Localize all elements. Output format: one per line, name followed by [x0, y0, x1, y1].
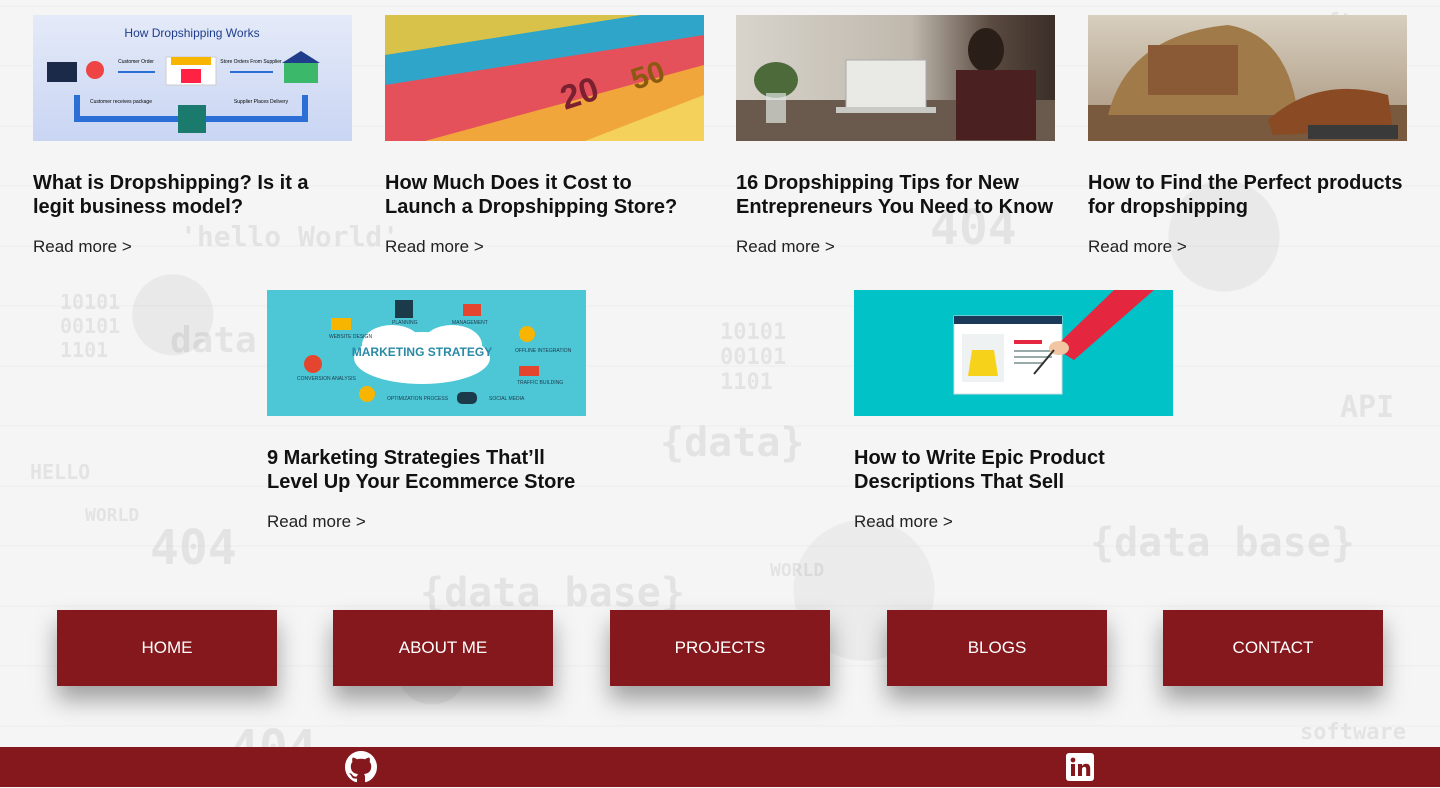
svg-text:Customer receives package: Customer receives package — [90, 99, 152, 105]
post-title[interactable]: How to Write Epic Product Descriptions T… — [854, 446, 1173, 494]
linkedin-icon[interactable] — [1064, 751, 1096, 783]
post-title[interactable]: 9 Marketing Strategies That’ll Level Up … — [267, 446, 586, 494]
blog-card: 16 Dropshipping Tips for New Entrepreneu… — [736, 15, 1055, 256]
github-icon[interactable] — [345, 751, 377, 783]
post-title[interactable]: What is Dropshipping? Is it a legit busi… — [33, 171, 352, 219]
blog-card: How Dropshipping Works Customer Order St… — [33, 15, 352, 256]
read-more-link[interactable]: Read more > — [385, 237, 484, 257]
svg-text:OPTIMIZATION PROCESS: OPTIMIZATION PROCESS — [387, 396, 449, 402]
marketing-strategy-image[interactable]: MARKETING STRATEGY WEBSITE DESIGN PLANNI… — [267, 290, 586, 416]
nav-home-button[interactable]: HOME — [57, 610, 277, 686]
graphic-center-text: MARKETING STRATEGY — [352, 345, 492, 359]
laptop-workspace-image[interactable] — [736, 15, 1055, 141]
read-more-link[interactable]: Read more > — [33, 237, 132, 257]
blog-card: 20 50 How Much Does it Cost to Launch a … — [385, 15, 704, 256]
product-description-image[interactable] — [854, 290, 1173, 416]
svg-text:CONVERSION ANALYSIS: CONVERSION ANALYSIS — [297, 376, 356, 382]
svg-text:TRAFFIC BUILDING: TRAFFIC BUILDING — [517, 380, 563, 386]
nav-projects-button[interactable]: PROJECTS — [610, 610, 830, 686]
post-title[interactable]: 16 Dropshipping Tips for New Entrepreneu… — [736, 171, 1055, 219]
banknotes-image[interactable]: 20 50 — [385, 15, 704, 141]
svg-text:Supplier Places Delivery: Supplier Places Delivery — [234, 99, 289, 105]
post-title[interactable]: How Much Does it Cost to Launch a Dropsh… — [385, 171, 704, 219]
read-more-link[interactable]: Read more > — [736, 237, 835, 257]
svg-text:WEBSITE DESIGN: WEBSITE DESIGN — [329, 334, 372, 340]
read-more-link[interactable]: Read more > — [267, 512, 366, 532]
blog-card: MARKETING STRATEGY WEBSITE DESIGN PLANNI… — [267, 290, 586, 531]
dropshipping-diagram-image[interactable]: How Dropshipping Works Customer Order St… — [33, 15, 352, 141]
read-more-link[interactable]: Read more > — [1088, 237, 1187, 257]
svg-text:Store Orders From Supplier: Store Orders From Supplier — [220, 59, 282, 65]
svg-text:PLANNING: PLANNING — [392, 320, 418, 326]
post-title[interactable]: How to Find the Perfect products for dro… — [1088, 171, 1407, 219]
svg-text:OFFLINE INTEGRATION: OFFLINE INTEGRATION — [515, 348, 572, 354]
footer-bar — [0, 747, 1440, 787]
nav-about-button[interactable]: ABOUT ME — [333, 610, 553, 686]
nav-contact-button[interactable]: CONTACT — [1163, 610, 1383, 686]
blog-card: How to Write Epic Product Descriptions T… — [854, 290, 1173, 531]
svg-text:MANAGEMENT: MANAGEMENT — [452, 320, 488, 326]
svg-text:Customer Order: Customer Order — [118, 59, 154, 65]
blog-card: How to Find the Perfect products for dro… — [1088, 15, 1407, 256]
nav-blogs-button[interactable]: BLOGS — [887, 610, 1107, 686]
svg-text:SOCIAL MEDIA: SOCIAL MEDIA — [489, 396, 525, 402]
read-more-link[interactable]: Read more > — [854, 512, 953, 532]
leather-bag-image[interactable] — [1088, 15, 1407, 141]
diagram-heading: How Dropshipping Works — [124, 26, 259, 40]
